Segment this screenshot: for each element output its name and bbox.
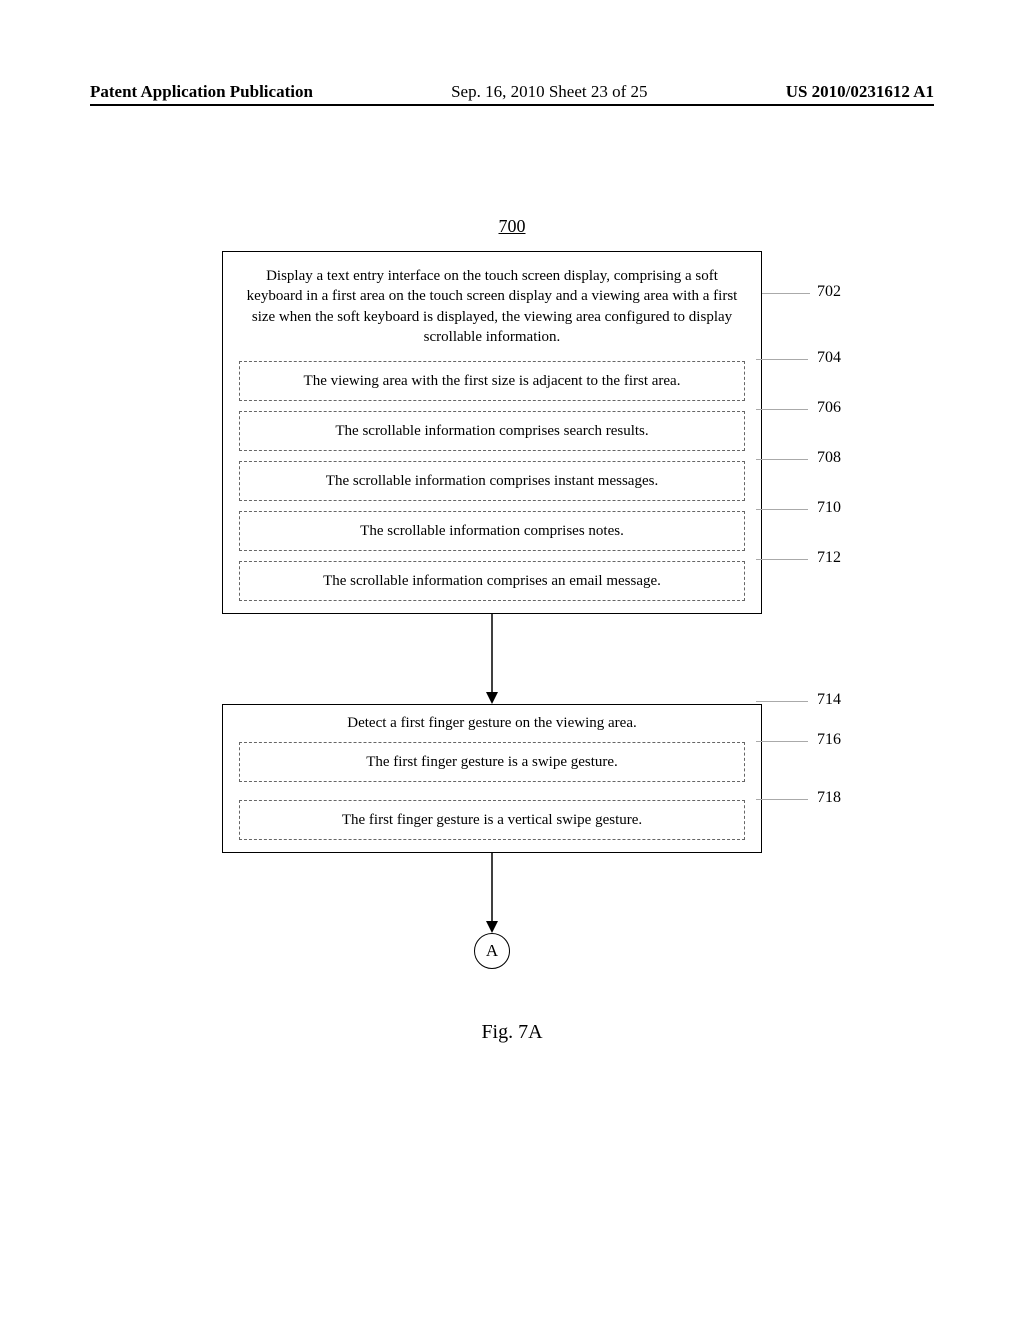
label-718: 718 [817,789,841,807]
connector-wrap: A [222,933,762,969]
figure-caption: Fig. 7A [90,1021,934,1044]
arrow-1 [222,614,762,704]
flowchart-canvas: Display a text entry interface on the to… [132,251,892,969]
label-708: 708 [817,449,841,467]
sub-step-718: The first finger gesture is a vertical s… [239,800,745,840]
label-712: 712 [817,549,841,567]
sub-step-706: The scrollable information comprises sea… [239,411,745,451]
sub-step-712: The scrollable information comprises an … [239,561,745,601]
label-704: 704 [817,349,841,367]
step-714-text: Detect a first finger gesture on the vie… [233,715,751,738]
offpage-connector-a: A [474,933,510,969]
page-header: Patent Application Publication Sep. 16, … [90,82,934,106]
header-mid: Sep. 16, 2010 Sheet 23 of 25 [451,82,647,102]
leader-714 [756,701,808,702]
arrow-down-icon [482,853,502,933]
label-706: 706 [817,399,841,417]
leader-702 [762,293,810,294]
label-702: 702 [817,283,841,301]
flow-step-714: Detect a first finger gesture on the vie… [222,704,762,853]
arrow-down-icon [482,614,502,704]
leader-704 [756,359,808,360]
leader-712 [756,559,808,560]
label-714: 714 [817,691,841,709]
sub-step-710: The scrollable information comprises not… [239,511,745,551]
leader-710 [756,509,808,510]
leader-708 [756,459,808,460]
leader-706 [756,409,808,410]
patent-page: Patent Application Publication Sep. 16, … [0,0,1024,1320]
header-left: Patent Application Publication [90,82,313,102]
step-702-text: Display a text entry interface on the to… [233,262,751,351]
header-right: US 2010/0231612 A1 [786,82,934,102]
flow-step-702: Display a text entry interface on the to… [222,251,762,614]
leader-716 [756,741,808,742]
arrow-2 [222,853,762,933]
sub-step-704: The viewing area with the first size is … [239,361,745,401]
sub-step-708: The scrollable information comprises ins… [239,461,745,501]
sub-step-716: The first finger gesture is a swipe gest… [239,742,745,782]
leader-718 [756,799,808,800]
label-716: 716 [817,731,841,749]
label-710: 710 [817,499,841,517]
figure-number: 700 [90,216,934,237]
